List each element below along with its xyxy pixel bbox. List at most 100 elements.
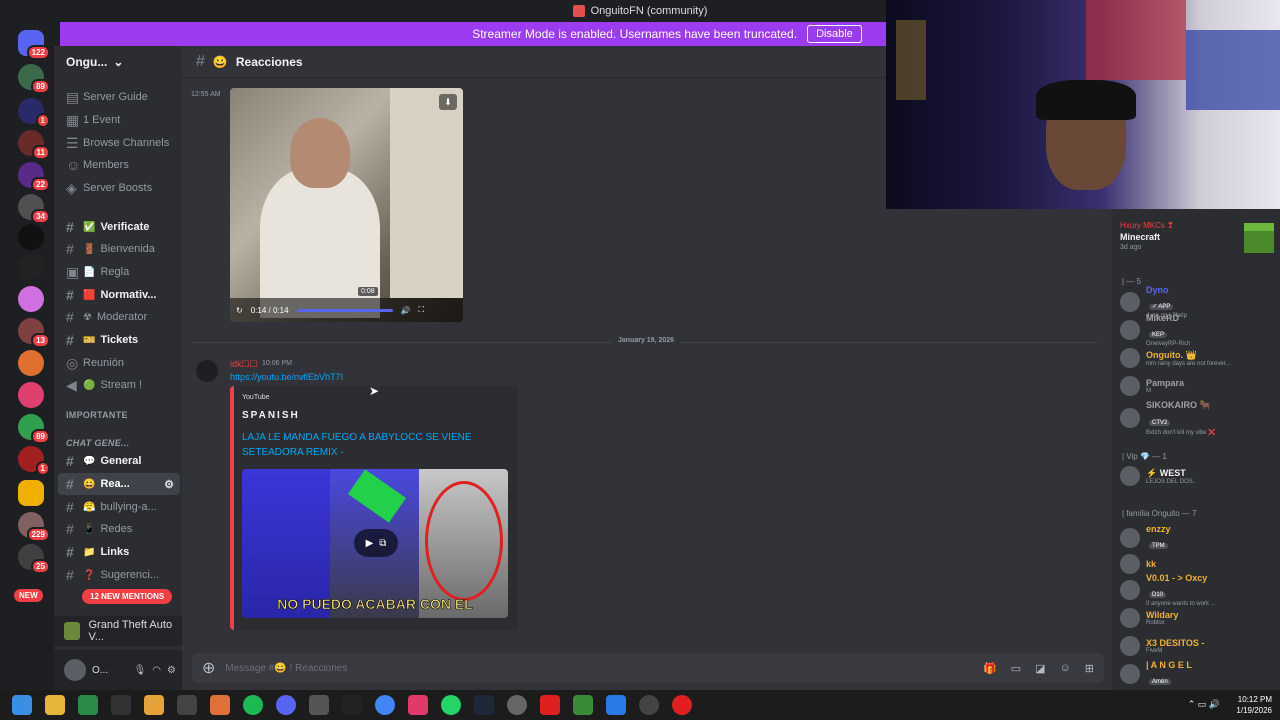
server-boosts-link[interactable]: ◈ Server Boosts (58, 177, 180, 199)
tiktok-icon[interactable] (408, 695, 428, 715)
server-icon[interactable] (18, 382, 44, 408)
gear-icon[interactable]: ⚙ (167, 665, 176, 676)
gear-icon[interactable]: ⚙ (164, 478, 174, 491)
headphones-icon[interactable]: ◠ (152, 665, 161, 676)
message-link[interactable]: https://youtu.be/nvflEbVhT7I (230, 372, 343, 382)
app-icon[interactable] (639, 695, 659, 715)
member-row[interactable]: MikeRD KEP OnewayRP-Rich (1120, 313, 1278, 347)
guild-header[interactable]: Ongu... ⌄ (54, 46, 182, 78)
channel-tickets[interactable]: # 🎫 Tickets (58, 329, 180, 351)
member-row[interactable]: SIKOKAIRO 🐂 CTV2 Bxtch don't kill my vibe … (1120, 400, 1278, 436)
download-icon[interactable]: ⬇ (439, 94, 457, 110)
channel-links[interactable]: # 📁 Links (58, 541, 180, 563)
message-author[interactable]: idk☐☐ (230, 359, 258, 370)
sticker-icon[interactable]: ◪ (1035, 662, 1045, 675)
add-attachment-icon[interactable]: ⊕ (202, 658, 215, 678)
home-icon[interactable]: 122 (18, 30, 50, 60)
app-icon[interactable] (606, 695, 626, 715)
member-row[interactable]: Wildary Roblox (1120, 605, 1278, 631)
server-icon[interactable] (18, 254, 44, 280)
member-row[interactable]: Dyno ✓ APP dyno.gg | ?help (1120, 285, 1278, 319)
replay-icon[interactable]: ↻ (236, 306, 243, 315)
server-icon[interactable]: 89 (18, 414, 50, 444)
channel-bullying[interactable]: # 😤 bullying-a... (58, 496, 180, 518)
channel-sugerencias[interactable]: # ❓ Sugerenci... (58, 564, 180, 586)
terminal-icon[interactable] (78, 695, 98, 715)
server-icon[interactable]: 1 (18, 446, 50, 476)
server-icon[interactable]: 229 (18, 512, 50, 542)
channel-normativa[interactable]: # 🟥 Normativ... (58, 284, 180, 306)
embed-title[interactable]: LAJA LE MANDA FUEGO A BABYLOCC SE VIENE … (242, 430, 502, 460)
avatar[interactable] (196, 360, 218, 382)
events-link[interactable]: ▦ 1 Event (58, 109, 180, 131)
server-icon[interactable]: 13 (18, 318, 50, 348)
channel-regla[interactable]: ▣ 📄 Regla (58, 261, 180, 283)
member-row[interactable]: ⚡ WEST LEJOS DEL DOS.. (1120, 463, 1278, 489)
app-icon[interactable] (144, 695, 164, 715)
message-composer[interactable]: ⊕ Message #😀 ! Reacciones 🎁 ▭ ◪ ☺ ⊞ (192, 653, 1104, 683)
app-icon[interactable] (507, 695, 527, 715)
gif-icon[interactable]: ▭ (1011, 662, 1021, 675)
browse-channels-link[interactable]: ☰ Browse Channels (58, 132, 180, 154)
spotify-icon[interactable] (243, 695, 263, 715)
mic-icon[interactable]: 🎙 (134, 665, 147, 676)
embed-thumbnail[interactable]: NO PUEDO ACABAR CON EL ▶ ⧉ (242, 469, 508, 618)
video-progress-bar[interactable] (296, 308, 393, 312)
file-explorer-icon[interactable] (45, 695, 65, 715)
gift-icon[interactable]: 🎁 (983, 662, 997, 675)
member-row[interactable]: | A N G E L Amén (1120, 660, 1278, 687)
channel-bienvenida[interactable]: # 🚪 Bienvenida (58, 238, 180, 260)
system-tray[interactable]: ⌃ ▭ 🔊 (1188, 699, 1220, 710)
play-button[interactable]: ▶ ⧉ (354, 529, 398, 557)
members-link[interactable]: ☺ Members (58, 154, 180, 176)
clock[interactable]: 10:12 PM 1/19/2026 (1236, 694, 1272, 716)
activity-panel[interactable]: Grand Theft Auto V... (54, 616, 182, 646)
channel-stream[interactable]: ◀ 🟢 Stream ! (58, 374, 180, 396)
member-row[interactable]: Pampara M (1120, 373, 1278, 399)
channel-verificate[interactable]: # ✅ Verificate (58, 216, 180, 238)
volume-icon[interactable]: 🔊 (401, 306, 411, 315)
app-icon[interactable] (177, 695, 197, 715)
server-icon[interactable]: 22 (18, 162, 50, 192)
server-icon[interactable]: 34 (18, 194, 50, 224)
new-mentions-pill[interactable]: 12 NEW MENTIONS (82, 589, 173, 604)
whatsapp-icon[interactable] (441, 695, 461, 715)
windows-start-icon[interactable] (12, 695, 32, 715)
server-icon[interactable]: 11 (18, 130, 50, 160)
channel-reacciones[interactable]: # 😀 Rea... ⚙ (58, 473, 180, 495)
channel-reunion[interactable]: ◎ Reunión (58, 352, 180, 374)
steam-icon[interactable] (474, 695, 494, 715)
fullscreen-icon[interactable]: ⛶ (418, 305, 424, 315)
app-icon[interactable] (210, 695, 230, 715)
message-input[interactable]: Message #😀 ! Reacciones (225, 663, 347, 674)
avatar[interactable] (64, 659, 86, 681)
disable-streamer-mode-button[interactable]: Disable (807, 25, 862, 43)
member-row[interactable]: X3 DESITOS - FiveM (1120, 633, 1278, 659)
embed-provider[interactable]: YouTube (242, 394, 270, 401)
category-importante[interactable]: IMPORTANTE (66, 410, 128, 420)
emoji-icon[interactable]: ☺ (1060, 662, 1071, 675)
member-row[interactable]: Onguito. 👑 mm rainy days are not forever.… (1120, 345, 1278, 371)
channel-moderator[interactable]: # ☢ Moderator (58, 306, 180, 328)
discord-icon[interactable] (276, 695, 296, 715)
chrome-icon[interactable] (375, 695, 395, 715)
server-guide-link[interactable]: ▤ Server Guide (58, 86, 180, 108)
app-icon[interactable] (540, 695, 560, 715)
activity-card[interactable]: Hxury MKCs ❣ Minecraft 3d ago (1120, 221, 1276, 261)
channel-general[interactable]: # 💬 General (58, 450, 180, 472)
embed-author[interactable]: SPANISH (242, 410, 300, 421)
server-icon[interactable]: 25 (18, 544, 50, 574)
server-icon[interactable]: 89 (18, 64, 50, 94)
server-icon[interactable] (18, 350, 44, 376)
member-row[interactable]: enzzy TPM (1120, 524, 1278, 551)
server-icon[interactable] (18, 224, 44, 250)
folder-icon[interactable] (18, 480, 44, 506)
member-row[interactable]: V0.01 - > Oxcy D10 If anyone wants to work… (1120, 573, 1278, 607)
new-unreads-pill[interactable]: NEW (14, 589, 43, 602)
opera-icon[interactable] (672, 695, 692, 715)
category-chat-general[interactable]: CHAT GENE... (66, 438, 129, 448)
app-icon[interactable] (111, 695, 131, 715)
server-icon[interactable] (18, 286, 44, 312)
minecraft-icon[interactable] (573, 695, 593, 715)
channel-redes[interactable]: # 📱 Redes (58, 518, 180, 540)
